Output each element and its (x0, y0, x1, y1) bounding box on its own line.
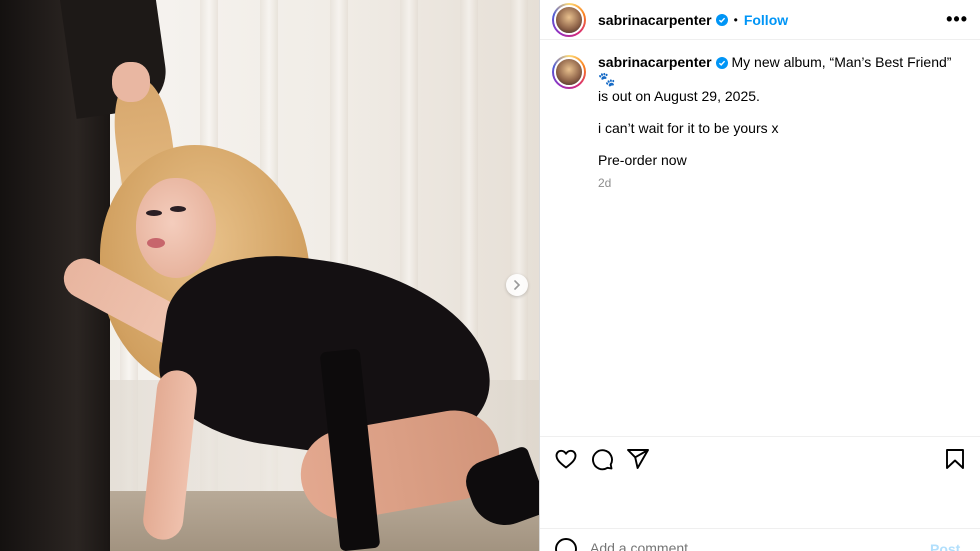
avatar-image (554, 57, 584, 87)
verified-icon (715, 57, 728, 70)
emoji-icon[interactable] (554, 537, 578, 551)
post-header: sabrinacarpenter • Follow ••• (540, 0, 980, 40)
man-hand (112, 62, 150, 102)
next-media-button[interactable] (506, 274, 528, 296)
caption-avatar[interactable] (552, 55, 586, 89)
caption-line3: i can’t wait for it to be yours x (598, 120, 779, 136)
more-options-button[interactable]: ••• (946, 9, 968, 30)
username-link[interactable]: sabrinacarpenter (598, 12, 712, 28)
separator-dot: • (733, 12, 738, 27)
post-side-panel: sabrinacarpenter • Follow ••• sabrinacar… (539, 0, 980, 551)
caption-line2: is out on August 29, 2025. (598, 88, 760, 104)
post-media[interactable] (0, 0, 539, 551)
paw-emoji: 🐾 (598, 71, 616, 87)
verified-icon (715, 13, 728, 26)
caption-line1: My new album, “Man’s Best Friend” (731, 54, 952, 70)
follow-button[interactable]: Follow (744, 12, 788, 28)
eye (146, 210, 162, 216)
comment-input[interactable] (590, 539, 930, 551)
caption: sabrinacarpenter My new album, “Man’s Be… (540, 40, 980, 206)
lips (147, 238, 165, 248)
avatar[interactable] (552, 2, 586, 37)
comment-bar: Post (540, 528, 980, 551)
avatar-image (554, 4, 584, 35)
caption-line4: Pre-order now (598, 152, 687, 168)
share-icon[interactable] (626, 447, 650, 471)
caption-first-line: sabrinacarpenter My new album, “Man’s Be… (598, 54, 958, 88)
bookmark-icon[interactable] (943, 447, 967, 471)
post-timestamp[interactable]: 2d (598, 175, 958, 192)
comment-icon[interactable] (590, 447, 614, 471)
heart-icon[interactable] (554, 447, 578, 471)
post-comment-button[interactable]: Post (930, 541, 960, 551)
chevron-right-icon (514, 280, 521, 290)
action-bar (540, 436, 980, 480)
caption-username[interactable]: sabrinacarpenter (598, 54, 712, 70)
eye (170, 206, 186, 212)
caption-text: sabrinacarpenter My new album, “Man’s Be… (598, 54, 958, 192)
face (136, 178, 216, 278)
